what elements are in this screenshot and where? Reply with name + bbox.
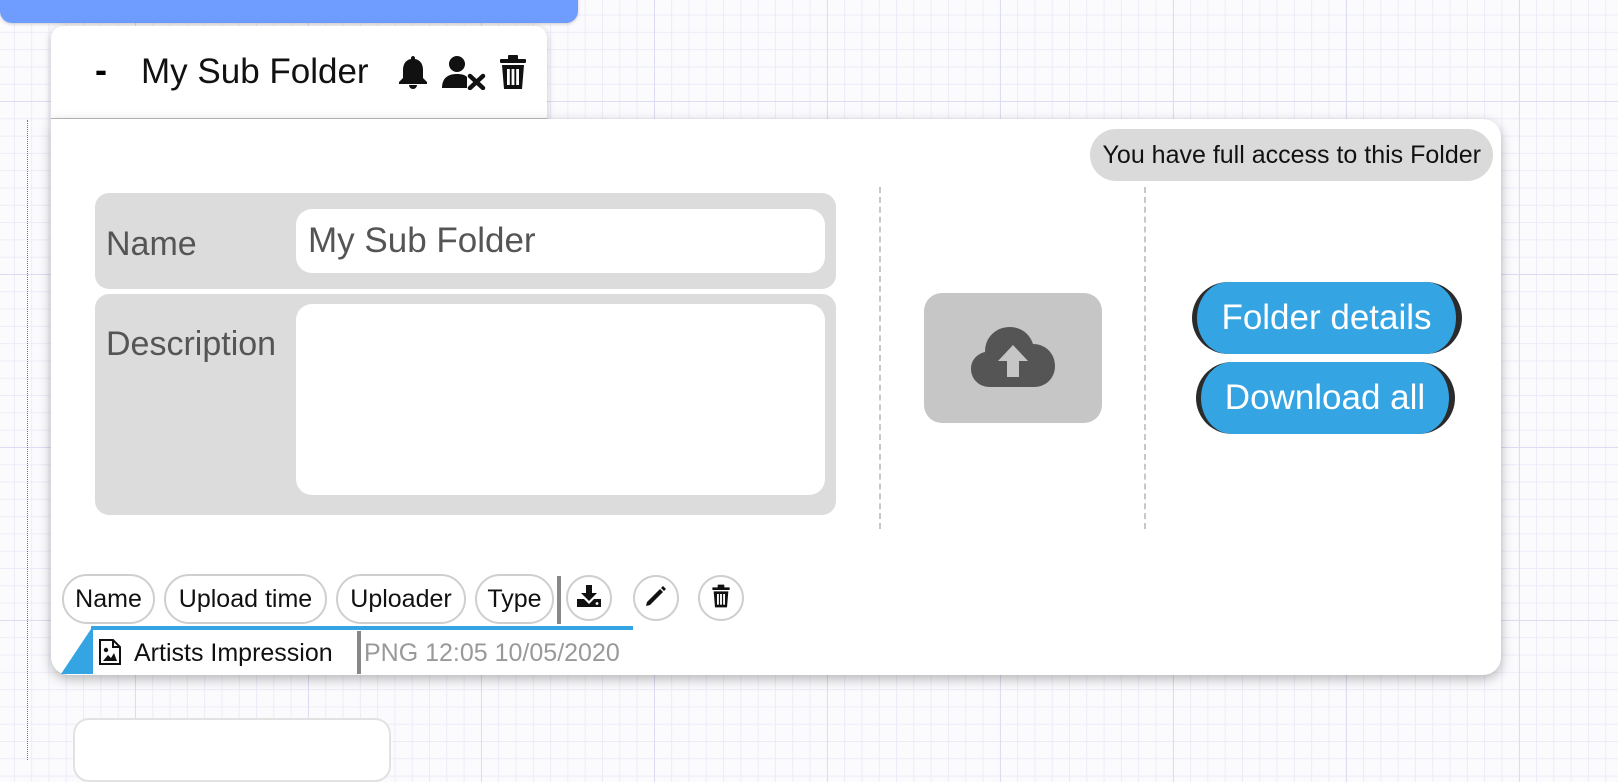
tree-guide-line: [27, 120, 28, 760]
row-separator: [357, 631, 361, 674]
divider-left: [879, 187, 881, 529]
file-name[interactable]: Artists Impression: [134, 639, 333, 668]
download-all-button[interactable]: Download all: [1196, 362, 1455, 434]
column-header-uploader[interactable]: Uploader: [336, 574, 466, 624]
file-row[interactable]: Artists Impression PNG 12:05 10/05/2020: [61, 626, 651, 674]
header-separator: [557, 576, 561, 624]
delete-action-button[interactable]: [698, 575, 744, 621]
image-file-icon: [99, 639, 121, 670]
collapse-button[interactable]: -: [95, 52, 133, 88]
pencil-icon: [644, 584, 668, 613]
description-label: Description: [106, 325, 277, 363]
trash-icon[interactable]: [493, 52, 533, 92]
upload-button[interactable]: [924, 293, 1102, 423]
column-header-type[interactable]: Type: [475, 574, 554, 624]
access-badge: You have full access to this Folder: [1089, 129, 1493, 181]
trash-icon: [711, 584, 731, 613]
name-input[interactable]: [296, 209, 825, 273]
cloud-upload-icon: [970, 323, 1056, 394]
bell-icon[interactable]: [393, 52, 433, 92]
name-label: Name: [106, 225, 197, 263]
row-highlight: [91, 626, 633, 630]
next-folder-card[interactable]: [73, 718, 391, 782]
name-field-group: Name: [95, 193, 836, 289]
file-meta: PNG 12:05 10/05/2020: [364, 639, 620, 667]
edit-action-button[interactable]: [633, 575, 679, 621]
user-remove-icon[interactable]: [437, 52, 489, 92]
divider-right: [1144, 187, 1146, 529]
download-action-button[interactable]: [566, 575, 612, 621]
folder-details-button[interactable]: Folder details: [1192, 282, 1462, 354]
column-header-upload-time[interactable]: Upload time: [164, 574, 327, 624]
description-field-group: Description: [95, 294, 836, 515]
description-input[interactable]: [296, 304, 825, 495]
folder-panel: You have full access to this Folder Name…: [51, 119, 1501, 675]
top-folder-bar[interactable]: [0, 0, 578, 23]
download-icon: [576, 584, 602, 613]
folder-tab-header: - My Sub Folder: [51, 26, 547, 120]
folder-title: My Sub Folder: [141, 52, 369, 91]
column-header-name[interactable]: Name: [62, 574, 155, 624]
row-marker: [61, 626, 93, 674]
